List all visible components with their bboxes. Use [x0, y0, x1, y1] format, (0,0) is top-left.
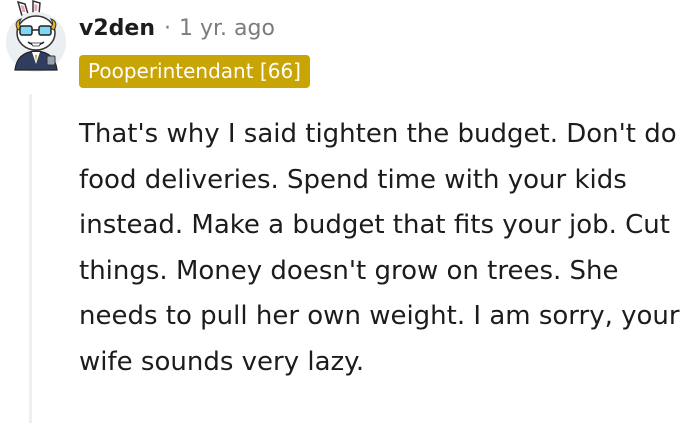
- comment-header: v2den · 1 yr. ago: [79, 12, 275, 44]
- user-flair-badge: Pooperintendant [66]: [79, 55, 310, 88]
- username-link[interactable]: v2den: [79, 16, 155, 41]
- comment-timestamp[interactable]: 1 yr. ago: [179, 16, 275, 41]
- thread-line[interactable]: [29, 94, 32, 423]
- bunny-mascot-avatar-icon: [6, 0, 66, 72]
- meta-separator: ·: [163, 15, 171, 41]
- avatar[interactable]: [3, 0, 69, 74]
- comment-text: That's why I said tighten the budget. Do…: [79, 119, 680, 377]
